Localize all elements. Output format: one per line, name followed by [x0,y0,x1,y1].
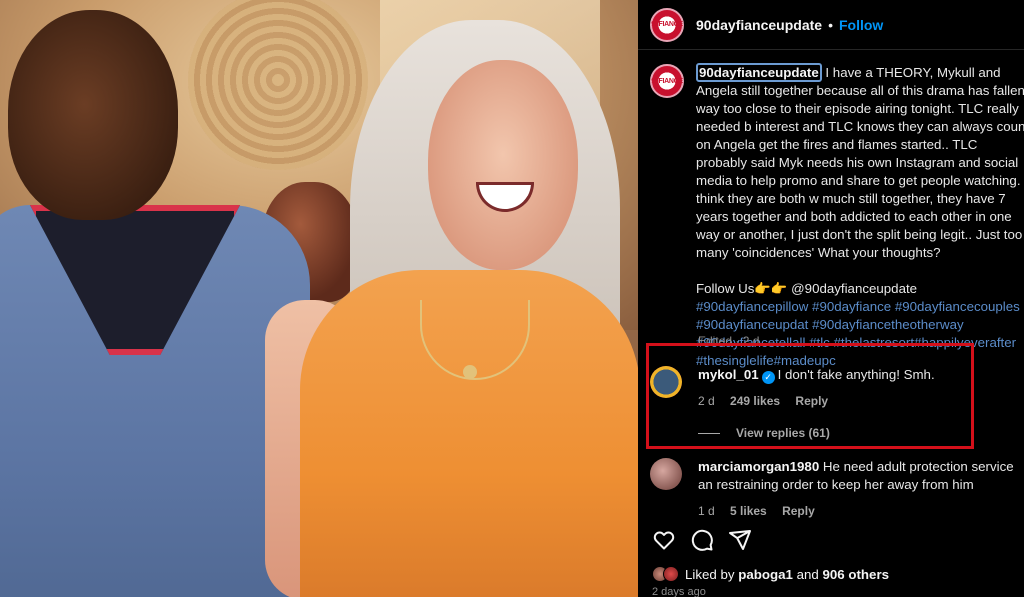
comment-avatar[interactable] [650,458,682,490]
comment-item: marciamorgan1980 He need adult protectio… [650,458,1018,518]
photo-man-head [8,10,178,220]
comment-reply-button[interactable]: Reply [782,504,815,518]
verified-icon: ✓ [761,371,775,384]
comment-avatar[interactable] [650,366,682,398]
photo-woman-face [428,60,578,270]
caption-username[interactable]: 90dayfianceupdate [696,63,822,82]
author-avatar-text: 90FIANCE [651,21,683,28]
comment-username[interactable]: marciamorgan1980 [698,459,819,474]
comment-likes[interactable]: 249 likes [730,394,780,408]
author-avatar[interactable]: 90FIANCE [650,7,684,42]
view-replies-button[interactable]: View replies (61) [698,426,830,440]
comment-icon[interactable] [690,528,714,552]
post-actions [652,528,752,552]
replies-divider [698,432,720,434]
caption-text: 90dayfianceupdate I have a THEORY, Mykul… [696,63,1024,370]
caption-body: I have a THEORY, Mykull and Angela still… [696,65,1024,260]
comment-time: 1 d [698,504,715,518]
liked-by-count[interactable]: 906 others [823,567,890,582]
post-header: 90FIANCE 90dayfianceupdate • Follow [638,0,1024,50]
caption-avatar-text: 90FIANCE [651,77,683,85]
liked-by-and: and [792,566,823,582]
liker-avatar [663,566,679,582]
post-sidebar: 90FIANCE 90dayfianceupdate • Follow 90FI… [638,0,1024,597]
liked-by-row[interactable]: Liked by paboga1 and 906 others [652,566,889,582]
liked-by-user[interactable]: paboga1 [738,567,793,582]
caption-avatar[interactable]: 90FIANCE [650,64,684,98]
caption-follow-line: Follow Us👉👉 @90dayfianceupdate [696,281,921,296]
caption-block: 90FIANCE 90dayfianceupdate I have a THEO… [650,63,1024,370]
share-icon[interactable] [728,528,752,552]
post-photo[interactable] [0,0,638,597]
comment-time: 2 d [698,394,715,408]
view-replies-label: View replies (61) [736,426,830,440]
post-time: 2 days ago [652,586,706,597]
header-separator: • [828,16,833,33]
comment-username[interactable]: mykol_01 [698,367,759,382]
comment-item: mykol_01 ✓ I don't fake anything! Smh. 2 d… [650,366,1018,408]
follow-button[interactable]: Follow [839,17,883,33]
heart-icon[interactable] [652,528,676,552]
comment-reply-button[interactable]: Reply [795,394,828,408]
photo-pendant [463,365,477,379]
liked-by-prefix: Liked by [685,566,739,582]
comment-text: I don't fake anything! Smh. [777,367,935,382]
comment-likes[interactable]: 5 likes [730,504,767,518]
author-username[interactable]: 90dayfianceupdate [696,17,822,33]
